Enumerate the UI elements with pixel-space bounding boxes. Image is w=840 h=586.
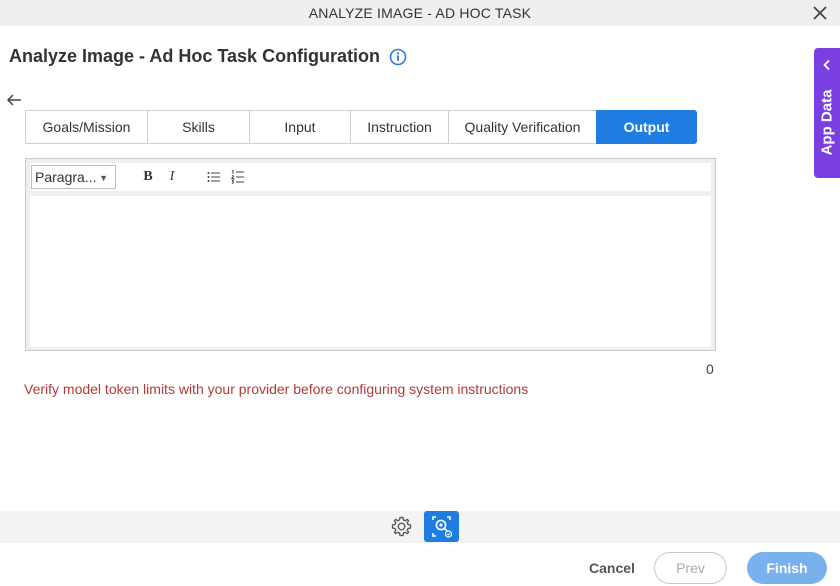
ai-image-search-button[interactable] — [424, 511, 459, 542]
back-arrow-icon[interactable] — [6, 92, 22, 108]
title-bar: ANALYZE IMAGE - AD HOC TASK — [0, 0, 840, 26]
bulleted-list-button[interactable] — [202, 165, 226, 189]
page-header: Analyze Image - Ad Hoc Task Configuratio… — [9, 46, 407, 67]
character-count: 0 — [706, 361, 714, 377]
app-data-panel-toggle[interactable]: App Data — [814, 48, 840, 178]
tab-input[interactable]: Input — [249, 110, 350, 144]
info-icon[interactable] — [389, 48, 407, 66]
tab-skills[interactable]: Skills — [147, 110, 249, 144]
finish-button[interactable]: Finish — [747, 552, 827, 584]
paragraph-format-select[interactable]: Paragra... ▼ — [31, 165, 116, 189]
paragraph-format-value: Paragra... — [35, 169, 97, 185]
cancel-button[interactable]: Cancel — [584, 552, 640, 584]
italic-button[interactable]: I — [160, 165, 184, 189]
close-icon[interactable] — [811, 4, 829, 22]
token-limit-warning: Verify model token limits with your prov… — [24, 381, 529, 397]
chevron-left-icon — [823, 59, 830, 71]
tab-instruction[interactable]: Instruction — [350, 110, 448, 144]
editor-content-area[interactable] — [30, 196, 711, 347]
prev-button[interactable]: Prev — [654, 552, 727, 584]
tab-goals-mission[interactable]: Goals/Mission — [25, 110, 147, 144]
tab-quality-verification[interactable]: Quality Verification — [448, 110, 596, 144]
bulleted-list-icon — [207, 172, 220, 182]
page-title: Analyze Image - Ad Hoc Task Configuratio… — [9, 46, 381, 66]
editor-toolbar: Paragra... ▼ B I — [30, 163, 711, 191]
gear-icon[interactable] — [390, 515, 413, 538]
numbered-list-button[interactable] — [226, 165, 250, 189]
tab-bar: Goals/Mission Skills Input Instruction Q… — [25, 110, 697, 144]
dropdown-caret-icon: ▼ — [99, 173, 108, 183]
tab-output[interactable]: Output — [596, 110, 697, 144]
app-data-label: App Data — [818, 89, 836, 156]
window-title: ANALYZE IMAGE - AD HOC TASK — [308, 5, 532, 21]
bold-button[interactable]: B — [136, 165, 160, 189]
rich-text-editor: Paragra... ▼ B I — [25, 158, 716, 351]
numbered-list-icon — [231, 170, 244, 184]
bottom-toolbar — [0, 511, 840, 543]
ai-image-search-icon — [432, 516, 453, 538]
